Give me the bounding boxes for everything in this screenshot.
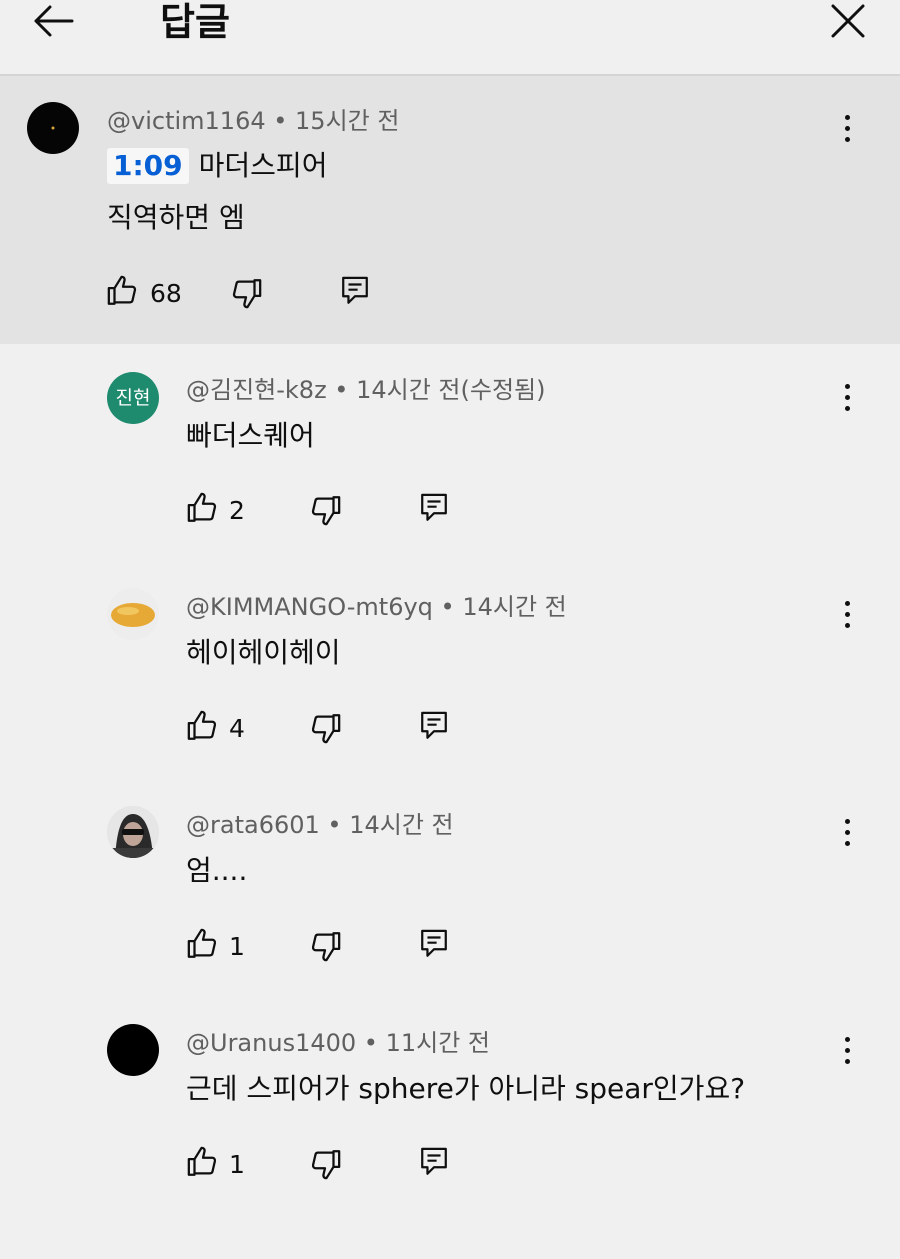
comment-meta: @victim1164 • 15시간 전 bbox=[107, 106, 399, 136]
close-icon bbox=[831, 4, 865, 38]
reply-button[interactable] bbox=[418, 709, 450, 747]
reply-button[interactable] bbox=[418, 927, 450, 965]
thumbs-up-icon bbox=[187, 1146, 217, 1176]
comment-time: 14시간 전 bbox=[462, 593, 567, 621]
comment-text-line1: 1:09 마더스피어 bbox=[107, 148, 327, 184]
author-name[interactable]: @KIMMANGO-mt6yq bbox=[186, 593, 433, 621]
like-count: 1 bbox=[229, 1150, 245, 1179]
dislike-button[interactable] bbox=[308, 929, 342, 967]
page-title: 답글 bbox=[160, 0, 230, 44]
reply-button[interactable] bbox=[339, 274, 371, 312]
thumbs-up-icon bbox=[107, 275, 137, 305]
comment-text: 근데 스피어가 sphere가 아니라 spear인가요? bbox=[186, 1072, 746, 1105]
like-count: 1 bbox=[229, 932, 245, 961]
dislike-button[interactable] bbox=[308, 493, 342, 531]
like-button[interactable] bbox=[106, 274, 140, 312]
author-name[interactable]: @김진현-k8z bbox=[186, 376, 327, 404]
more-options-button[interactable] bbox=[832, 594, 862, 634]
dislike-button[interactable] bbox=[308, 711, 342, 749]
thumbs-up-icon bbox=[187, 492, 217, 522]
thumbs-down-icon bbox=[311, 496, 341, 526]
avatar[interactable] bbox=[27, 102, 79, 154]
comment-text: 빠더스퀘어 bbox=[186, 419, 315, 452]
reply-comment-icon bbox=[421, 711, 447, 739]
parent-comment: @victim1164 • 15시간 전 1:09 마더스피어 직역하면 엠 68 bbox=[0, 76, 900, 344]
more-options-button[interactable] bbox=[832, 812, 862, 852]
thumbs-up-icon bbox=[187, 710, 217, 740]
like-button[interactable] bbox=[186, 927, 220, 965]
author-name[interactable]: @rata6601 bbox=[186, 811, 320, 839]
comment-text: 엄.... bbox=[186, 854, 248, 887]
top-bar: 답글 bbox=[0, 0, 900, 76]
comment-meta: @rata6601 • 14시간 전 bbox=[186, 810, 454, 840]
mango-avatar-icon bbox=[111, 603, 155, 627]
person-avatar-icon bbox=[107, 806, 159, 858]
comment-text: 헤이헤이헤이 bbox=[186, 636, 341, 669]
meta-separator: • bbox=[432, 593, 463, 621]
avatar-dot-icon bbox=[51, 126, 55, 130]
comment-meta: @KIMMANGO-mt6yq • 14시간 전 bbox=[186, 592, 567, 622]
thumbs-up-icon bbox=[187, 928, 217, 958]
reply-comment-icon bbox=[421, 493, 447, 521]
avatar[interactable]: 진현 bbox=[107, 372, 159, 424]
comment-meta: @Uranus1400 • 11시간 전 bbox=[186, 1028, 490, 1058]
reply-button[interactable] bbox=[418, 491, 450, 529]
comment-time: 14시간 전(수정됨) bbox=[356, 376, 546, 404]
meta-separator: • bbox=[326, 376, 357, 404]
avatar[interactable] bbox=[107, 588, 159, 640]
meta-separator: • bbox=[319, 811, 350, 839]
comment-text-line2: 직역하면 엠 bbox=[107, 201, 245, 234]
like-button[interactable] bbox=[186, 1145, 220, 1183]
meta-separator: • bbox=[356, 1029, 386, 1057]
reply-comment: @KIMMANGO-mt6yq • 14시간 전 헤이헤이헤이 4 bbox=[0, 568, 900, 768]
avatar[interactable] bbox=[107, 1024, 159, 1076]
reply-comment-icon bbox=[342, 276, 368, 304]
like-count: 4 bbox=[229, 714, 245, 743]
like-button[interactable] bbox=[186, 491, 220, 529]
dislike-button[interactable] bbox=[308, 1147, 342, 1185]
reply-comment-icon bbox=[421, 929, 447, 957]
timestamp-link[interactable]: 1:09 bbox=[107, 148, 189, 184]
more-options-button[interactable] bbox=[832, 1030, 862, 1070]
avatar-initials: 진현 bbox=[115, 387, 151, 409]
comment-text-rest: 마더스피어 bbox=[198, 149, 328, 182]
like-button[interactable] bbox=[186, 709, 220, 747]
author-name[interactable]: @Uranus1400 bbox=[186, 1029, 356, 1057]
back-button[interactable] bbox=[30, 0, 80, 44]
close-button[interactable] bbox=[826, 0, 870, 44]
avatar[interactable] bbox=[107, 806, 159, 858]
comment-time: 11시간 전 bbox=[385, 1029, 490, 1057]
reply-button[interactable] bbox=[418, 1145, 450, 1183]
meta-separator: • bbox=[265, 107, 296, 135]
thumbs-down-icon bbox=[311, 1150, 341, 1180]
thumbs-down-icon bbox=[311, 714, 341, 744]
comment-time: 15시간 전 bbox=[295, 107, 400, 135]
thumbs-down-icon bbox=[232, 279, 262, 309]
reply-comment: @rata6601 • 14시간 전 엄.... 1 bbox=[0, 786, 900, 986]
more-options-button[interactable] bbox=[832, 377, 862, 417]
thumbs-down-icon bbox=[311, 932, 341, 962]
reply-comment: @Uranus1400 • 11시간 전 근데 스피어가 sphere가 아니라… bbox=[0, 1004, 900, 1204]
reply-comment-icon bbox=[421, 1147, 447, 1175]
arrow-left-icon bbox=[34, 5, 74, 37]
comment-meta: @김진현-k8z • 14시간 전(수정됨) bbox=[186, 375, 545, 405]
dislike-button[interactable] bbox=[229, 276, 263, 314]
like-count: 2 bbox=[229, 496, 245, 525]
more-options-button[interactable] bbox=[832, 108, 862, 148]
author-name[interactable]: @victim1164 bbox=[107, 107, 266, 135]
like-count: 68 bbox=[150, 279, 182, 308]
comment-time: 14시간 전 bbox=[349, 811, 454, 839]
reply-comment: 진현 @김진현-k8z • 14시간 전(수정됨) 빠더스퀘어 2 bbox=[0, 350, 900, 550]
